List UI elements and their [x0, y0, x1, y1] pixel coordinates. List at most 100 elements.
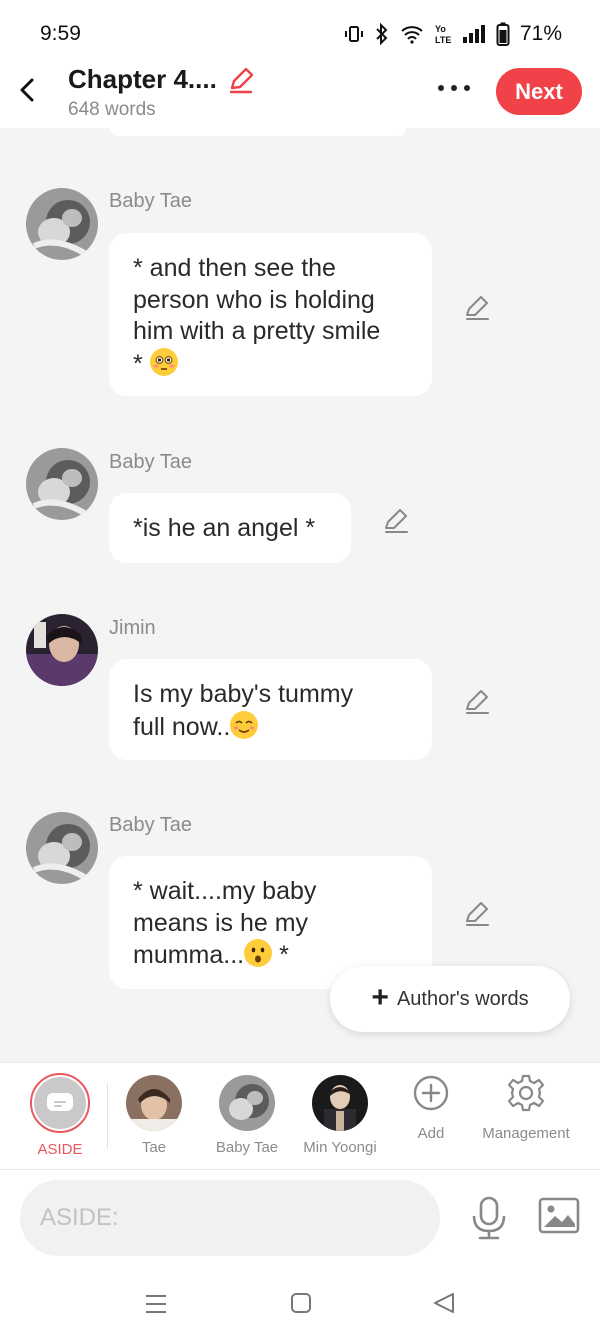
back-button[interactable] — [14, 72, 42, 108]
authors-words-button[interactable]: + Author's words — [330, 966, 570, 1032]
character-label: Min Yoongi — [303, 1139, 377, 1156]
message-line: means is he my — [133, 908, 309, 937]
pencil-icon — [385, 509, 408, 533]
home-button[interactable] — [290, 1292, 312, 1314]
avatar — [312, 1075, 368, 1131]
message-line: him with a pretty smile — [133, 317, 381, 345]
edit-message-button[interactable] — [463, 688, 491, 716]
menu-lines-icon — [146, 1295, 166, 1313]
avatar[interactable] — [26, 614, 98, 686]
message-line: *is he an angel * — [133, 514, 316, 542]
character-min-yoongi[interactable]: Min Yoongi — [292, 1073, 388, 1156]
message-bubble[interactable]: Is my baby's tummy full now.. — [109, 659, 432, 760]
next-button[interactable]: Next — [496, 68, 582, 115]
baby-tae-avatar-image — [26, 188, 98, 260]
jimin-avatar-image — [26, 614, 98, 686]
bluetooth-icon — [376, 23, 388, 45]
character-label: Baby Tae — [215, 1139, 279, 1156]
system-back-button[interactable] — [432, 1292, 456, 1314]
status-time: 9:59 — [40, 22, 81, 45]
add-label: Add — [417, 1125, 445, 1142]
add-character-button[interactable]: Add — [383, 1073, 479, 1142]
signal-icon — [462, 25, 485, 43]
tae-avatar-image — [126, 1075, 182, 1131]
sender-name: Baby Tae — [109, 451, 193, 473]
pencil-icon — [466, 296, 489, 320]
battery-icon — [496, 22, 510, 46]
chevron-left-icon — [20, 78, 34, 102]
message-line-text: * — [272, 941, 289, 969]
avatar[interactable] — [26, 812, 98, 884]
sender-name: Jimin — [109, 617, 156, 639]
baby-tae-avatar-image — [26, 448, 98, 520]
character-label: ASIDE — [37, 1141, 83, 1158]
character-tae[interactable]: Tae — [106, 1073, 202, 1156]
previous-message-bubble[interactable] — [110, 128, 406, 136]
message-line-text: * — [133, 349, 150, 378]
svg-text:LTE: LTE — [435, 35, 451, 45]
flushed-face-emoji-icon — [149, 347, 178, 376]
compose-row — [0, 1170, 600, 1266]
aside-input[interactable] — [20, 1180, 440, 1256]
character-aside[interactable]: ASIDE — [12, 1073, 108, 1158]
sender-name: Baby Tae — [109, 814, 193, 836]
aside-avatar-inner — [34, 1077, 86, 1129]
pencil-icon — [230, 67, 254, 93]
edit-title-button[interactable] — [227, 66, 255, 94]
message-line: full now.. — [133, 710, 408, 744]
more-horizontal-icon — [438, 85, 470, 91]
status-bar: 9:59 Yo LTE 71% — [0, 0, 600, 62]
triangle-back-icon — [434, 1293, 454, 1313]
edit-message-button[interactable] — [382, 507, 410, 535]
message-line: * — [133, 347, 408, 381]
message-line-text: mumma... — [133, 941, 245, 969]
chat-bubble-icon — [47, 1093, 73, 1111]
status-icons: Yo LTE 71% — [344, 22, 562, 46]
baby-tae-avatar-image — [219, 1075, 275, 1131]
battery-percent: 71% — [519, 22, 562, 45]
message-bubble[interactable]: *is he an angel * — [109, 493, 351, 563]
hushed-face-emoji-icon — [244, 939, 273, 967]
insert-image-button[interactable] — [538, 1196, 580, 1236]
pencil-icon — [466, 690, 489, 714]
min-yoongi-avatar-image — [312, 1075, 368, 1131]
edit-message-button[interactable] — [463, 900, 491, 928]
smiling-face-emoji-icon — [230, 710, 259, 739]
baby-tae-avatar-image — [26, 812, 98, 884]
character-bar: ASIDE Tae Baby Tae Min Yoongi Add Manage… — [0, 1062, 600, 1170]
message-line-text: full now.. — [133, 712, 231, 741]
character-baby-tae[interactable]: Baby Tae — [199, 1073, 295, 1156]
aside-avatar — [30, 1073, 90, 1133]
recent-apps-button[interactable] — [145, 1294, 167, 1314]
word-count: 648 words — [68, 99, 156, 120]
message-line: person who is holding — [133, 285, 375, 314]
message-line: * wait....my baby — [133, 877, 317, 905]
editor-header: Chapter 4.... 648 words Next — [0, 62, 600, 128]
character-label: Tae — [141, 1139, 167, 1156]
management-label: Management — [482, 1125, 570, 1142]
gear-icon — [507, 1074, 545, 1112]
more-options-button[interactable] — [434, 76, 474, 100]
chapter-title[interactable]: Chapter 4.... — [68, 64, 217, 95]
avatar[interactable] — [26, 448, 98, 520]
system-nav-bar — [0, 1266, 600, 1340]
authors-words-label: Author's words — [396, 987, 529, 1010]
chat-area[interactable]: Baby Tae * and then see the person who i… — [0, 128, 600, 1062]
avatar — [219, 1075, 275, 1131]
volte-icon: YoLTE — [435, 24, 451, 45]
message-bubble[interactable]: * and then see the person who is holding… — [109, 233, 432, 396]
chapter-title-block: Chapter 4.... 648 words — [68, 64, 255, 121]
avatar[interactable] — [26, 188, 98, 260]
message-line: * and then see the — [133, 254, 336, 282]
sender-name: Baby Tae — [109, 190, 193, 212]
edit-message-button[interactable] — [463, 294, 491, 322]
add-circle-icon — [413, 1075, 449, 1111]
microphone-icon — [472, 1196, 506, 1240]
avatar — [126, 1075, 182, 1131]
vibrate-icon — [344, 26, 363, 42]
voice-input-button[interactable] — [470, 1194, 508, 1242]
wifi-icon — [401, 26, 423, 44]
management-button[interactable]: Management — [468, 1073, 584, 1142]
square-icon — [291, 1293, 311, 1313]
svg-text:Yo: Yo — [435, 24, 446, 34]
